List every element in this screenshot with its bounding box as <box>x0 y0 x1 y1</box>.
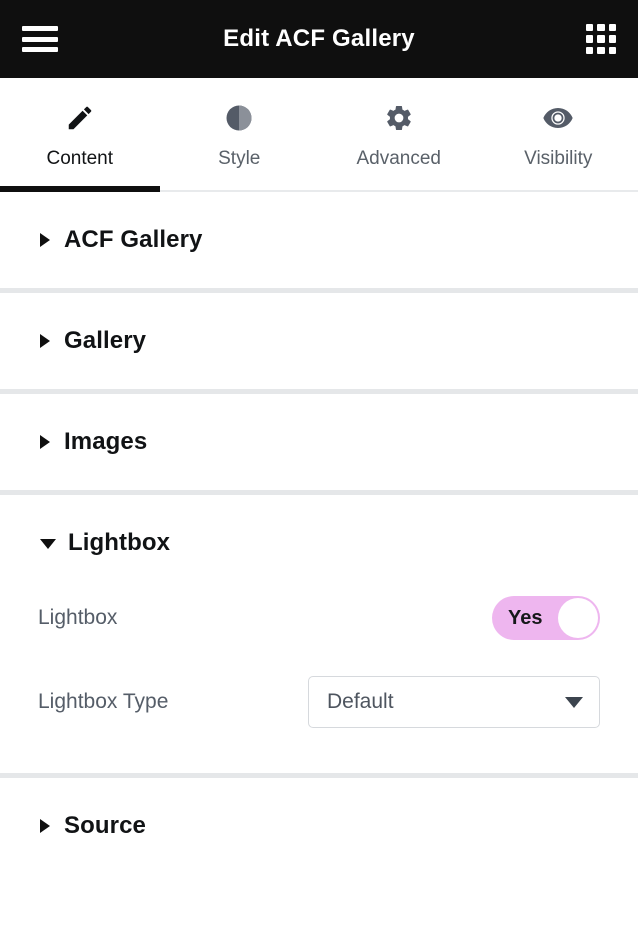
panel-controls: ACF Gallery Gallery Images Lightbox Ligh… <box>0 192 638 934</box>
tab-content[interactable]: Content <box>0 78 160 192</box>
gear-icon <box>384 102 414 134</box>
section-header-source[interactable]: Source <box>0 778 638 874</box>
grid-cell <box>586 24 594 32</box>
lightbox-toggle-switch[interactable]: Yes <box>492 596 600 640</box>
section-title: Gallery <box>64 327 147 354</box>
section-header-lightbox[interactable]: Lightbox <box>0 495 638 591</box>
toggle-value-label: Yes <box>508 606 543 629</box>
caret-right-icon <box>40 435 50 449</box>
field-label: Lightbox <box>38 606 118 629</box>
elementor-edit-panel: Edit ACF Gallery Content Style Advanced … <box>0 0 638 934</box>
tab-advanced[interactable]: Advanced <box>319 78 479 190</box>
tab-label: Visibility <box>524 148 593 169</box>
grid-cell <box>586 35 594 43</box>
lightbox-type-select[interactable]: Default <box>308 676 600 728</box>
section-acf-gallery: ACF Gallery <box>0 192 638 288</box>
section-lightbox: Lightbox Lightbox Yes Lightbox Type Defa… <box>0 495 638 773</box>
hamburger-menu-icon[interactable] <box>22 26 58 52</box>
caret-right-icon <box>40 334 50 348</box>
caret-right-icon <box>40 819 50 833</box>
tab-style[interactable]: Style <box>160 78 320 190</box>
section-gallery: Gallery <box>0 293 638 389</box>
tab-label: Advanced <box>356 148 441 169</box>
hamburger-bar <box>22 26 58 31</box>
grid-cell <box>586 46 594 54</box>
caret-right-icon <box>40 233 50 247</box>
chevron-down-icon <box>565 696 583 708</box>
page-title: Edit ACF Gallery <box>223 25 415 52</box>
hamburger-bar <box>22 36 58 42</box>
grid-apps-icon[interactable] <box>586 24 616 54</box>
field-lightbox-toggle: Lightbox Yes <box>38 591 600 645</box>
section-title: ACF Gallery <box>64 226 203 253</box>
section-images: Images <box>0 394 638 490</box>
section-title: Lightbox <box>68 529 171 556</box>
tab-label: Style <box>218 148 261 169</box>
grid-cell <box>597 46 605 54</box>
section-header-acf-gallery[interactable]: ACF Gallery <box>0 192 638 288</box>
grid-cell <box>597 24 605 32</box>
grid-cell <box>597 35 605 43</box>
hamburger-bar <box>22 47 58 52</box>
grid-cell <box>608 46 616 54</box>
panel-header: Edit ACF Gallery <box>0 0 638 78</box>
field-lightbox-type: Lightbox Type Default <box>38 675 600 729</box>
caret-down-icon <box>40 539 56 549</box>
tab-visibility[interactable]: Visibility <box>479 78 638 190</box>
tab-label: Content <box>46 148 114 169</box>
eye-icon <box>542 102 574 134</box>
grid-cell <box>608 35 616 43</box>
section-header-images[interactable]: Images <box>0 394 638 490</box>
section-header-gallery[interactable]: Gallery <box>0 293 638 389</box>
panel-tab-bar: Content Style Advanced Visibility <box>0 78 638 192</box>
field-label: Lightbox Type <box>38 690 169 713</box>
section-title: Source <box>64 812 146 839</box>
section-title: Images <box>64 428 148 455</box>
pencil-icon <box>65 102 95 134</box>
grid-cell <box>608 24 616 32</box>
section-body-lightbox: Lightbox Yes Lightbox Type Default <box>0 591 638 773</box>
select-value: Default <box>327 690 394 713</box>
contrast-circle-icon <box>224 102 254 134</box>
section-source: Source <box>0 778 638 874</box>
toggle-knob <box>558 598 598 638</box>
